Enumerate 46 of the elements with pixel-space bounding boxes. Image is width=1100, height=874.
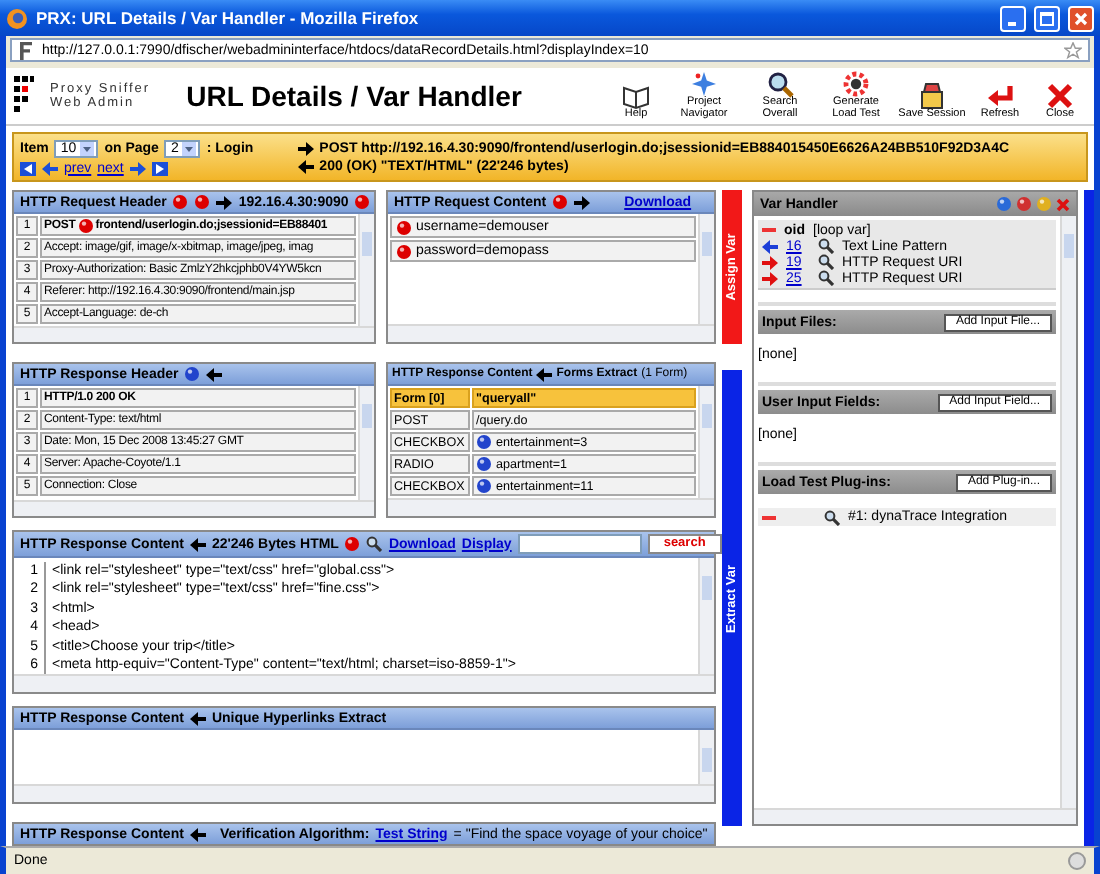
minus-icon[interactable] xyxy=(762,515,776,519)
maximize-icon xyxy=(1040,11,1054,25)
page-title: URL Details / Var Handler xyxy=(186,80,524,112)
ball-icon xyxy=(77,218,94,234)
arrow-icon xyxy=(42,161,58,175)
status-icon xyxy=(1068,852,1086,870)
ball-icon xyxy=(476,434,492,450)
ball-icon xyxy=(396,219,412,235)
arrow-icon xyxy=(189,827,206,841)
arrow-icon xyxy=(129,161,146,175)
arrow-icon xyxy=(206,367,223,381)
star-icon xyxy=(690,70,718,99)
ball-icon xyxy=(1036,196,1052,212)
close-icon xyxy=(1046,82,1074,110)
close-icon xyxy=(1074,11,1088,25)
maximize-button[interactable] xyxy=(1034,5,1060,31)
arrow-icon xyxy=(189,537,206,551)
close-button[interactable] xyxy=(1068,5,1094,31)
arrow-icon xyxy=(216,195,233,209)
browser-logo-icon xyxy=(6,7,28,29)
book-icon xyxy=(622,82,650,110)
gear-icon xyxy=(842,70,870,99)
star-icon xyxy=(1064,41,1082,59)
arrow-icon xyxy=(189,711,206,725)
search-field[interactable] xyxy=(517,534,642,554)
ball-icon xyxy=(396,243,412,259)
ball-icon xyxy=(476,456,492,472)
ball-icon xyxy=(476,478,492,494)
search-icon xyxy=(366,536,383,552)
favicon-icon xyxy=(18,41,34,59)
minimize-button[interactable] xyxy=(1000,5,1026,31)
logo-icon xyxy=(14,76,34,116)
last-page-icon[interactable] xyxy=(151,161,168,175)
caret-icon xyxy=(80,141,95,155)
disk-icon xyxy=(918,82,946,110)
window-title: PRX: URL Details / Var Handler - Mozilla Firefox xyxy=(36,8,421,28)
ball-icon xyxy=(996,196,1012,212)
return-arrow-icon xyxy=(986,82,1014,110)
arrow-icon xyxy=(574,195,591,209)
search-icon xyxy=(766,70,794,99)
first-page-icon[interactable] xyxy=(20,161,36,175)
arrow-icon xyxy=(536,367,553,381)
ball-icon xyxy=(1016,196,1032,212)
caret-icon xyxy=(182,141,197,155)
ball-icon xyxy=(344,536,361,552)
search-icon xyxy=(824,509,840,525)
